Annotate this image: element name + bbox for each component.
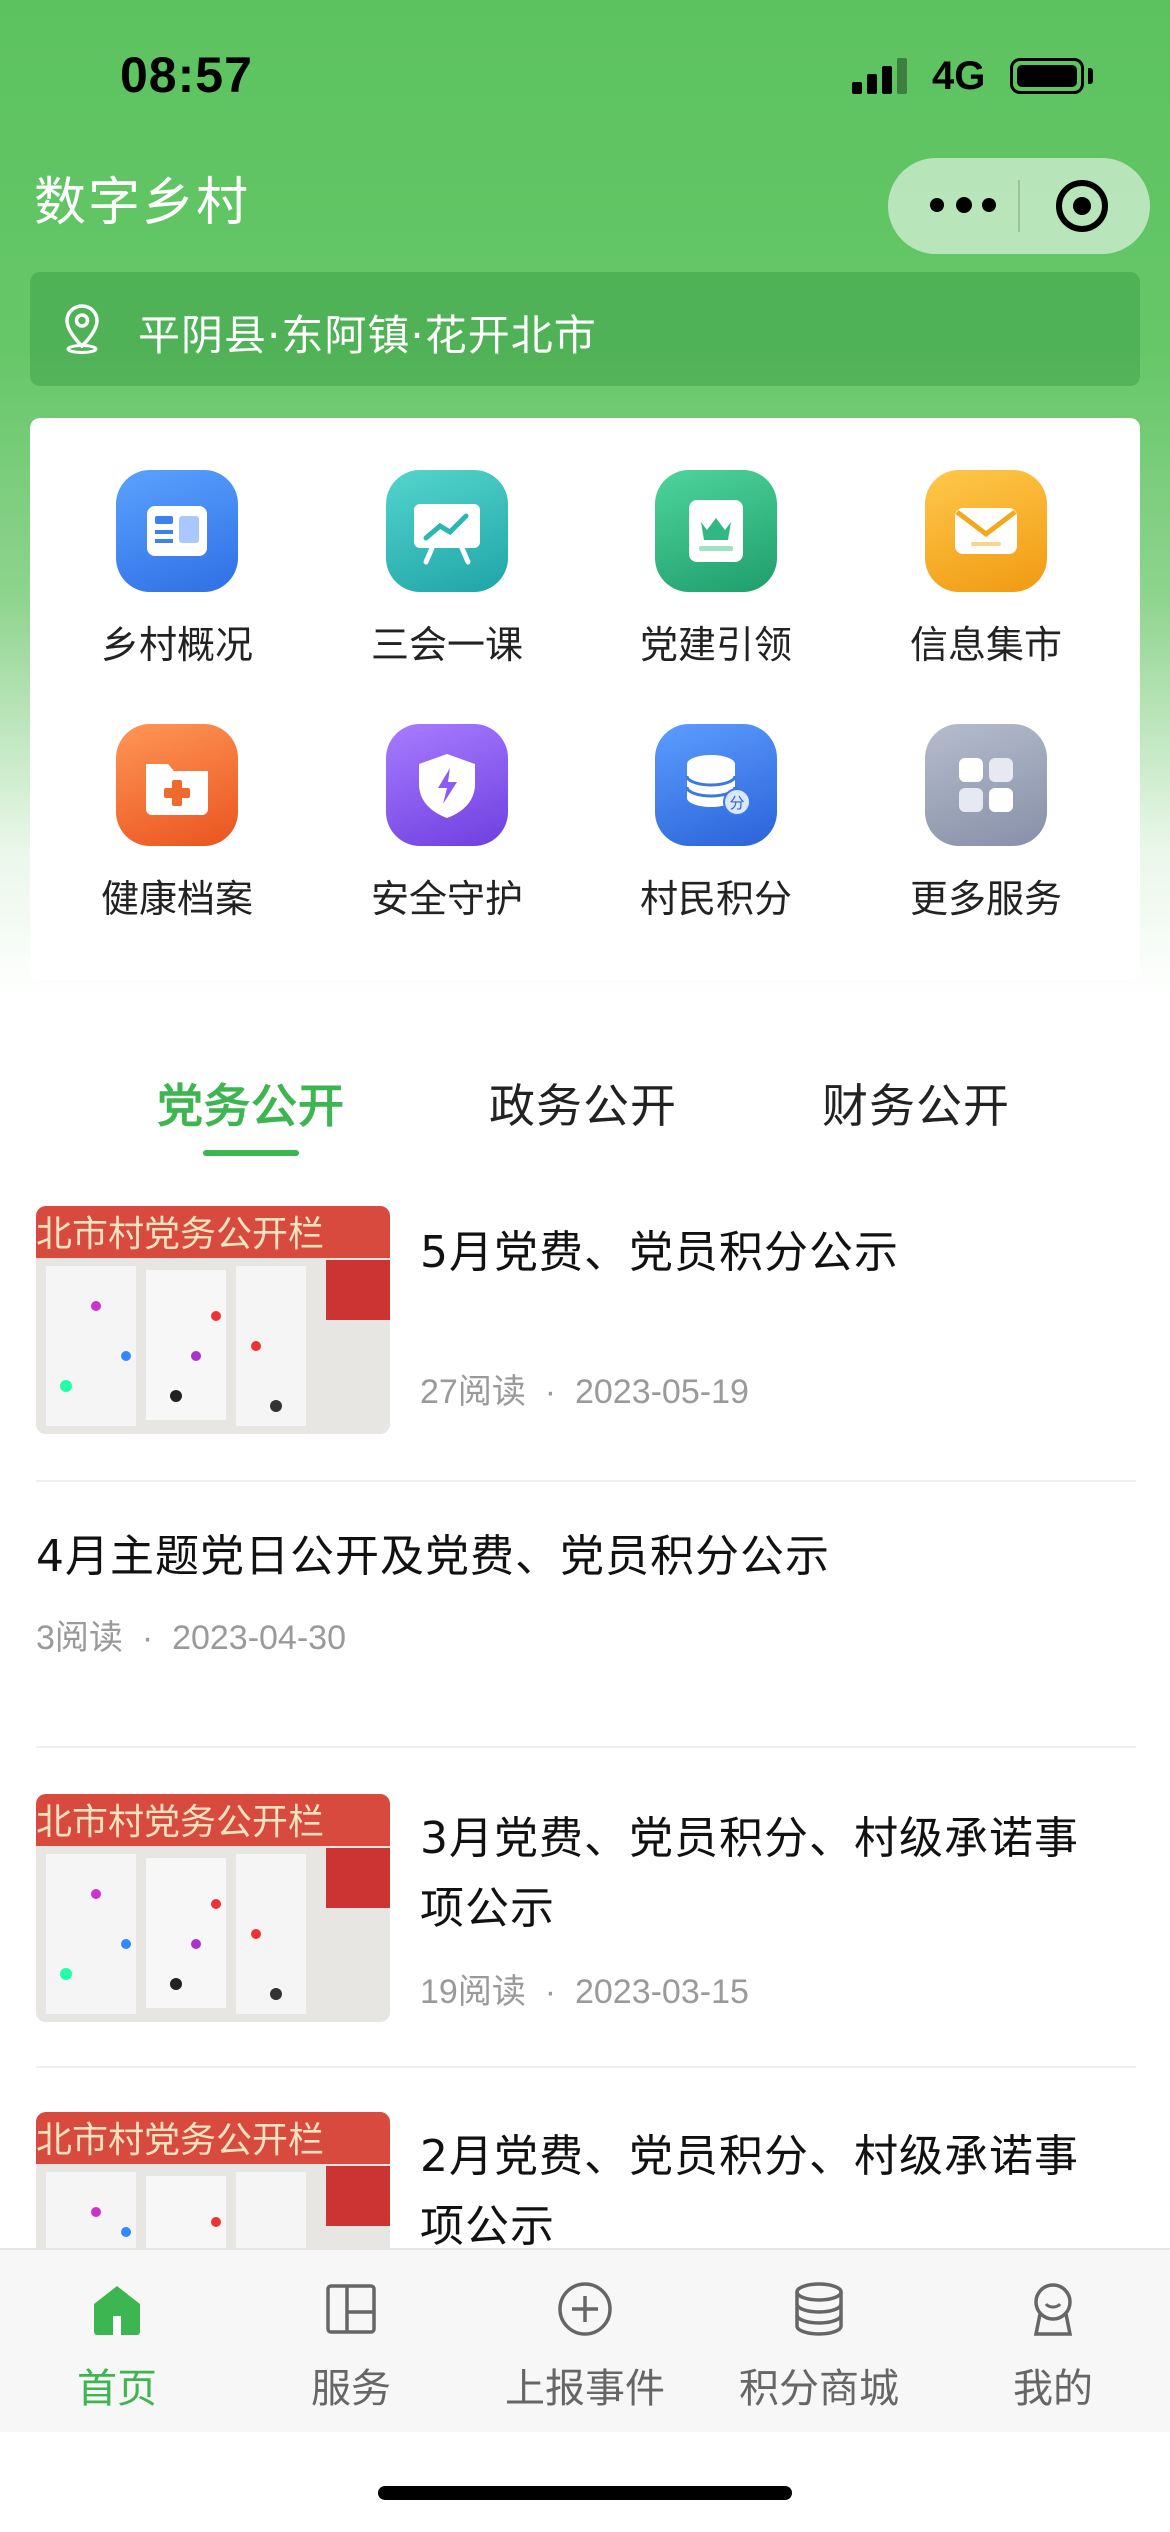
service-panel-icon bbox=[326, 2284, 376, 2334]
content-section: 党务公开 政务公开 财务公开 北市村党务公开栏 5月党费、党员积分公示 27阅读… bbox=[0, 1010, 1170, 2252]
category-tabs: 党务公开 政务公开 财务公开 bbox=[0, 1070, 1170, 1170]
divider bbox=[36, 2066, 1136, 2068]
tabbar-home[interactable]: 首页 bbox=[0, 2278, 234, 2414]
newspaper-icon bbox=[116, 470, 238, 592]
service-label: 乡村概况 bbox=[100, 623, 253, 667]
battery-tip bbox=[1088, 68, 1093, 84]
service-village-overview[interactable]: 乡村概况 bbox=[54, 418, 294, 667]
service-label: 信息集市 bbox=[909, 623, 1062, 667]
more-icon[interactable] bbox=[926, 192, 1006, 220]
tabbar-label: 我的 bbox=[1013, 2366, 1093, 2412]
service-label: 健康档案 bbox=[100, 877, 253, 921]
service-grid: 乡村概况 三会一课 党建引领 信息集市 健康档案 安全守护 分 村民积分 更多服… bbox=[30, 418, 1140, 980]
news-title: 3月党费、党员积分、村级承诺事 项公示 bbox=[420, 1813, 1079, 1934]
news-title: 5月党费、党员积分公示 bbox=[420, 1227, 899, 1278]
home-indicator bbox=[378, 2486, 792, 2500]
service-health-records[interactable]: 健康档案 bbox=[54, 672, 294, 921]
tabbar-label: 积分商城 bbox=[739, 2366, 899, 2412]
service-label: 更多服务 bbox=[909, 877, 1062, 921]
news-thumbnail: 北市村党务公开栏 bbox=[36, 2112, 390, 2252]
crown-card-icon bbox=[655, 470, 777, 592]
news-title: 4月主题党日公开及党费、党员积分公示 bbox=[36, 1531, 830, 1582]
service-three-meetings[interactable]: 三会一课 bbox=[324, 418, 564, 667]
active-tab-indicator bbox=[203, 1150, 299, 1156]
plus-circle-icon bbox=[558, 2282, 612, 2336]
divider bbox=[36, 1746, 1136, 1748]
news-item[interactable]: 北市村党务公开栏 5月党费、党员积分公示 27阅读 · 2023-05-19 bbox=[36, 1206, 1136, 1446]
svg-text:分: 分 bbox=[729, 794, 744, 812]
database-icon bbox=[795, 2282, 843, 2336]
tabbar-mine[interactable]: 我的 bbox=[936, 2278, 1170, 2414]
tabbar-label: 上报事件 bbox=[505, 2366, 665, 2412]
news-meta: 19阅读 · 2023-03-15 bbox=[420, 1973, 749, 2011]
tabbar-label: 首页 bbox=[77, 2366, 157, 2412]
svg-text:北市村党务公开栏: 北市村党务公开栏 bbox=[36, 2120, 324, 2161]
tab-government-affairs[interactable]: 政务公开 bbox=[489, 1070, 677, 1136]
tabbar-points-mall[interactable]: 积分商城 bbox=[702, 2278, 936, 2414]
signal-icon bbox=[852, 58, 910, 94]
envelope-icon bbox=[925, 470, 1047, 592]
service-label: 安全守护 bbox=[370, 877, 523, 921]
app-title: 数字乡村 bbox=[34, 173, 251, 233]
location-text: 平阴县·东阿镇·花开北市 bbox=[138, 311, 597, 360]
bottom-tab-bar: 首页 服务 上报事件 积分商城 我的 bbox=[0, 2248, 1170, 2432]
service-party-building[interactable]: 党建引领 bbox=[593, 418, 833, 667]
tab-party-affairs[interactable]: 党务公开 bbox=[157, 1070, 345, 1136]
miniprogram-capsule bbox=[888, 158, 1150, 254]
news-thumbnail: 北市村党务公开栏 bbox=[36, 1206, 390, 1434]
capsule-divider bbox=[1018, 180, 1020, 232]
news-item[interactable]: 北市村党务公开栏 3月党费、党员积分、村级承诺事 项公示 19阅读 · 2023-… bbox=[36, 1794, 1136, 2034]
location-pin-icon bbox=[65, 304, 99, 354]
news-title: 2月党费、党员积分、村级承诺事 项公示 bbox=[420, 2131, 1079, 2252]
battery-icon bbox=[1010, 58, 1084, 94]
service-safety[interactable]: 安全守护 bbox=[324, 672, 564, 921]
news-item[interactable]: 北市村党务公开栏 2月党费、党员积分、村级承诺事 项公示 bbox=[36, 2112, 1136, 2252]
home-icon bbox=[94, 2286, 140, 2335]
svg-text:北市村党务公开栏: 北市村党务公开栏 bbox=[36, 1214, 324, 1255]
status-time: 08:57 bbox=[120, 47, 253, 103]
service-label: 三会一课 bbox=[370, 623, 523, 667]
divider bbox=[36, 1480, 1136, 1482]
shield-bolt-icon bbox=[386, 724, 508, 846]
news-item[interactable]: 4月主题党日公开及党费、党员积分公示 3阅读 · 2023-04-30 bbox=[36, 1510, 1136, 1690]
coin-stack-icon: 分 bbox=[655, 724, 777, 846]
service-label: 党建引领 bbox=[639, 623, 792, 667]
news-meta: 27阅读 · 2023-05-19 bbox=[420, 1373, 749, 1411]
svg-text:北市村党务公开栏: 北市村党务公开栏 bbox=[36, 1802, 324, 1843]
news-thumbnail: 北市村党务公开栏 bbox=[36, 1794, 390, 2022]
tabbar-services[interactable]: 服务 bbox=[234, 2278, 468, 2414]
close-miniprogram-icon[interactable] bbox=[1056, 180, 1108, 232]
grid-more-icon bbox=[925, 724, 1047, 846]
service-info-market[interactable]: 信息集市 bbox=[863, 418, 1103, 667]
tabbar-label: 服务 bbox=[311, 2366, 391, 2412]
tabbar-report[interactable]: 上报事件 bbox=[468, 2278, 702, 2414]
tab-financial-affairs[interactable]: 财务公开 bbox=[822, 1070, 1010, 1136]
presentation-board-icon bbox=[386, 470, 508, 592]
network-label: 4G bbox=[932, 54, 986, 98]
medical-folder-icon bbox=[116, 724, 238, 846]
service-villager-points[interactable]: 分 村民积分 bbox=[593, 672, 833, 921]
location-bar[interactable]: 平阴县·东阿镇·花开北市 bbox=[30, 272, 1140, 386]
service-label: 村民积分 bbox=[639, 877, 792, 921]
service-more[interactable]: 更多服务 bbox=[863, 672, 1103, 921]
profile-icon bbox=[1033, 2283, 1073, 2336]
news-meta: 3阅读 · 2023-04-30 bbox=[36, 1619, 346, 1657]
